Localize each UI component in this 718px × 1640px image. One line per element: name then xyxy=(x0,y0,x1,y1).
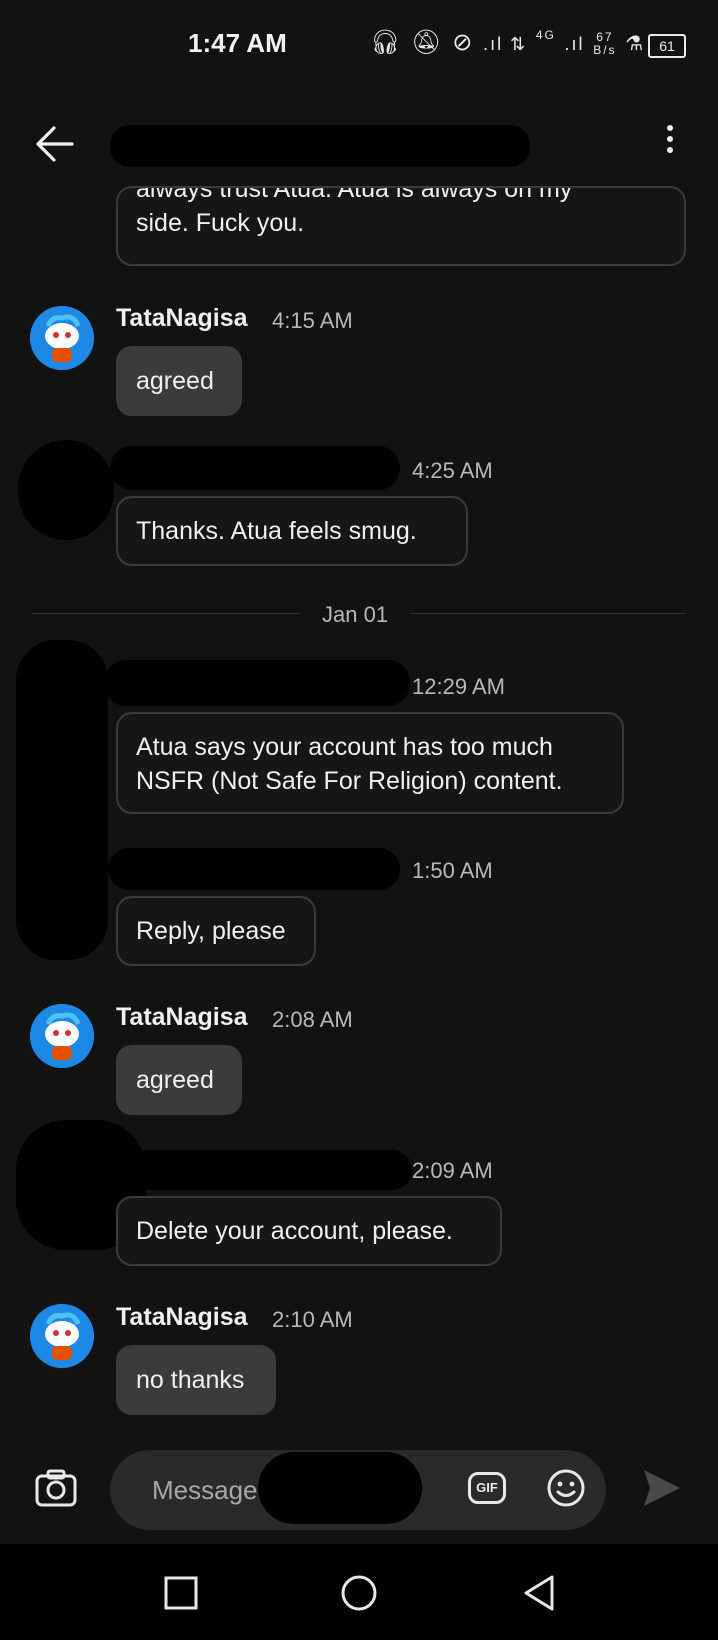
message-bubble: Delete your account, please. xyxy=(116,1196,502,1266)
vertical-ellipsis-icon[interactable] xyxy=(658,120,682,168)
gif-label: GIF xyxy=(476,1480,498,1495)
net-speed: 67 B/s xyxy=(593,29,617,57)
sender-name[interactable]: TataNagisa xyxy=(116,304,248,333)
message-time: 4:25 AM xyxy=(412,458,493,483)
date-divider-line xyxy=(410,613,686,614)
emoji-icon[interactable] xyxy=(546,1468,586,1513)
redacted-username xyxy=(104,660,410,706)
status-icons: 🎧︎ 🔕︎ ⊘ .ıl ⇅ 4G .ıl 67 B/s ⚗︎ xyxy=(370,28,645,57)
message-time: 2:10 AM xyxy=(272,1307,353,1332)
send-icon[interactable] xyxy=(640,1466,684,1515)
redacted-avatar-name xyxy=(18,440,114,540)
message-time: 1:50 AM xyxy=(412,858,493,883)
recent-apps-button[interactable] xyxy=(164,1576,198,1615)
message-time: 4:15 AM xyxy=(272,308,353,333)
avatar[interactable] xyxy=(30,1304,94,1368)
date-divider: Jan 01 xyxy=(322,602,389,627)
message-text: agreed xyxy=(136,1066,214,1094)
message-bubble: agreed xyxy=(116,1045,242,1115)
redacted-username xyxy=(108,848,400,890)
message-time: 2:09 AM xyxy=(412,1158,493,1183)
battery-icon: 61 xyxy=(648,34,686,58)
message-text: side. Fuck you. xyxy=(136,209,305,237)
back-nav-button[interactable] xyxy=(522,1574,556,1617)
sender-name[interactable]: TataNagisa xyxy=(116,1003,248,1032)
message-bubble: Thanks. Atua feels smug. xyxy=(116,496,468,566)
avatar[interactable] xyxy=(30,1004,94,1068)
camera-icon[interactable] xyxy=(34,1468,78,1513)
headset-icon: 🎧︎ xyxy=(370,29,403,56)
message-bubble: always trust Atua. Atua is always on my … xyxy=(116,186,686,266)
flask-icon: ⚗︎ xyxy=(625,33,646,55)
status-time: 1:47 AM xyxy=(188,28,287,58)
redacted-avatar-name xyxy=(16,640,108,960)
net-speed-value: 67 xyxy=(596,29,614,44)
message-text: Reply, please xyxy=(136,917,286,945)
message-text: Thanks. Atua feels smug. xyxy=(136,517,417,545)
block-icon: ⊘ xyxy=(452,29,475,56)
message-text: Delete your account, please. xyxy=(136,1217,453,1245)
gif-button[interactable]: GIF xyxy=(468,1472,506,1504)
message-time: 12:29 AM xyxy=(412,674,505,699)
date-divider-line xyxy=(32,613,300,614)
home-button[interactable] xyxy=(340,1574,378,1617)
signal-icon: .ıl ⇅ xyxy=(483,34,528,54)
redacted-title xyxy=(110,125,530,167)
redacted-username xyxy=(130,1150,412,1190)
message-text: NSFR (Not Safe For Religion) content. xyxy=(136,767,563,795)
message-text: always trust Atua. Atua is always on my xyxy=(136,186,573,203)
network-type: 4G xyxy=(535,28,556,42)
bell-off-icon: 🔕︎ xyxy=(411,29,444,56)
redacted-username xyxy=(110,446,400,490)
redacted-input-content xyxy=(258,1452,422,1524)
signal-icon-2: .ıl xyxy=(564,34,585,54)
message-bubble: Atua says your account has too much NSFR… xyxy=(116,712,624,814)
message-text: no thanks xyxy=(136,1366,245,1394)
message-text: agreed xyxy=(136,367,214,395)
message-bubble: agreed xyxy=(116,346,242,416)
message-bubble: Reply, please xyxy=(116,896,316,966)
arrow-left-icon[interactable] xyxy=(28,116,84,172)
sender-name[interactable]: TataNagisa xyxy=(116,1303,248,1332)
avatar[interactable] xyxy=(30,306,94,370)
net-speed-unit: B/s xyxy=(593,42,617,57)
message-time: 2:08 AM xyxy=(272,1007,353,1032)
message-text: Atua says your account has too much xyxy=(136,733,553,761)
message-placeholder: Message xyxy=(152,1475,258,1505)
message-bubble: no thanks xyxy=(116,1345,276,1415)
